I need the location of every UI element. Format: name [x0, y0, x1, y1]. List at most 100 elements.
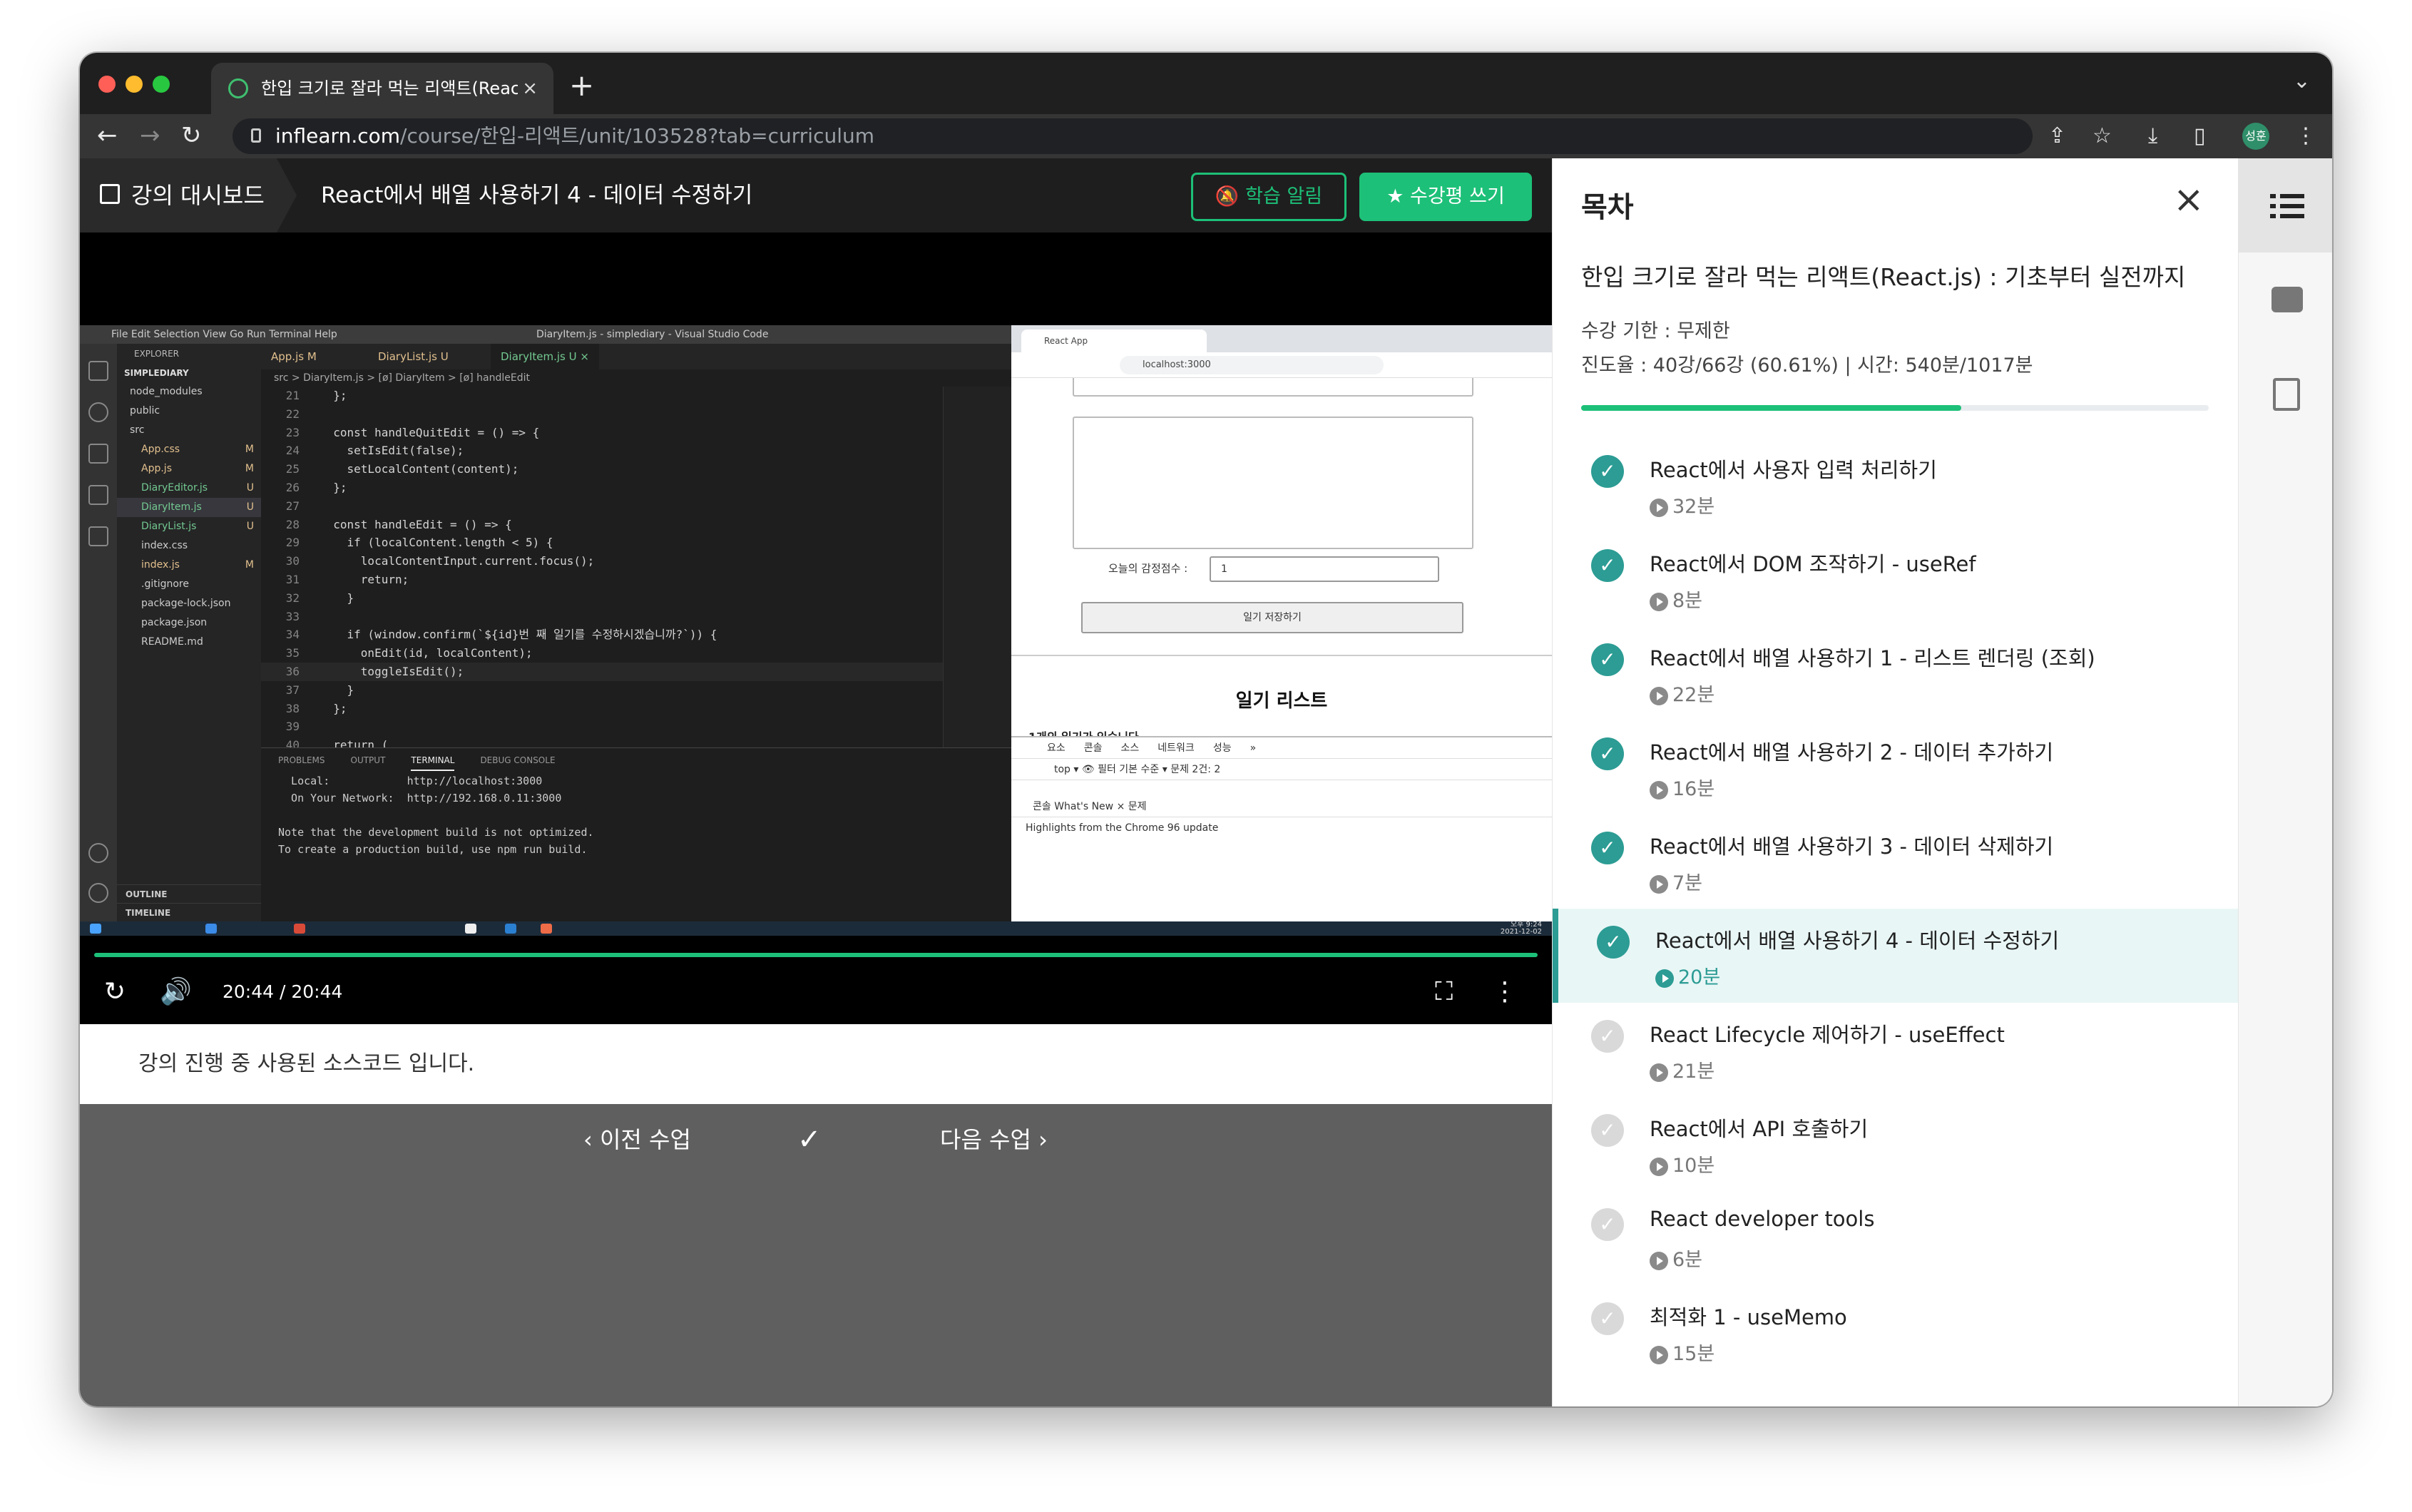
edge-icon	[205, 924, 217, 934]
reload-icon[interactable]: ↻	[181, 118, 202, 153]
write-review-button[interactable]: ★ 수강평 쓰기	[1359, 173, 1532, 221]
file-item: .gitignore	[117, 575, 261, 594]
windows-start-icon	[90, 924, 101, 934]
line-text: };	[320, 480, 347, 494]
complete-check-button[interactable]: ✓	[797, 1104, 822, 1175]
file-name: DiaryList.js	[141, 521, 197, 532]
lesson-item[interactable]: ✓ React에서 사용자 입력 처리하기 32분	[1553, 438, 2238, 532]
lesson-item[interactable]: ✓ React에서 DOM 조작하기 - useRef 8분	[1553, 532, 2238, 626]
download-icon[interactable]: ⤓	[2148, 120, 2157, 153]
course-progress-fill	[1581, 405, 1962, 411]
toc-heading: 목차	[1581, 191, 1634, 224]
git-badge: M	[245, 559, 254, 571]
profile-avatar[interactable]: 성훈	[2242, 123, 2269, 150]
code-editor: 21 }; 22 23 const handleQuitEdit = () => {…	[261, 387, 1011, 747]
terminal-panel: PROBLEMS OUTPUT TERMINAL DEBUG CONSOLE Loca…	[261, 747, 1011, 921]
diary-app: 오늘의 감정점수 : 1 일기 저장하기 일기 리스트 1개의 일기가 있습니다…	[1011, 378, 1552, 737]
git-badge: U	[246, 521, 254, 532]
course-progress-text: 진도율 : 40강/66강 (60.61%) | 시간: 540분/1017분	[1581, 354, 2033, 377]
line-number: 38	[285, 701, 300, 715]
line-text: return;	[320, 572, 409, 586]
video-frame: File Edit Selection View Go Run Terminal…	[80, 325, 1552, 936]
prev-lesson-button[interactable]: ‹ 이전 수업	[583, 1104, 691, 1175]
lesson-item[interactable]: ✓ React에서 배열 사용하기 2 - 데이터 추가하기 16분	[1553, 720, 2238, 814]
file-name: README.md	[141, 636, 203, 648]
browser-toolbar: ← → ↻ inflearn.com/course/한입-리액트/unit/10…	[80, 114, 2332, 158]
lesson-item[interactable]: ✓ React developer tools 6분	[1553, 1191, 2238, 1285]
duration-text: 21분	[1672, 1061, 1715, 1083]
line-text: };	[320, 389, 347, 402]
files-icon	[88, 361, 108, 381]
line-number: 35	[285, 646, 300, 660]
line-text: localContentInput.current.focus();	[320, 554, 595, 568]
curriculum-tab-button[interactable]	[2239, 158, 2332, 252]
line-text: };	[320, 701, 347, 715]
tab-title: 한입 크기로 잘라 먹는 리액트(React	[261, 78, 518, 98]
lesson-item[interactable]: ✓ React에서 API 호출하기 10분	[1553, 1097, 2238, 1191]
file-name: node_modules	[130, 386, 203, 397]
video-player[interactable]: File Edit Selection View Go Run Terminal…	[80, 233, 1552, 1024]
dashboard-link[interactable]: 강의 대시보드	[80, 158, 277, 233]
maximize-window-button[interactable]	[153, 76, 170, 93]
lesson-title: React에서 배열 사용하기 1 - 리스트 렌더링 (조회)	[1650, 646, 2095, 670]
file-name: App.css	[141, 444, 180, 455]
outline-section: OUTLINE	[117, 884, 261, 903]
close-icon[interactable]: ×	[2173, 180, 2204, 220]
notes-tab-button[interactable]	[2239, 347, 2332, 441]
address-bar[interactable]: inflearn.com/course/한입-리액트/unit/103528?t…	[232, 118, 2033, 154]
new-tab-button[interactable]: +	[569, 67, 594, 104]
preview-browser: React App localhost:3000 오늘의 감정점수 : 1 일기…	[1011, 325, 1552, 921]
lesson-item[interactable]: ✓ React에서 배열 사용하기 1 - 리스트 렌더링 (조회) 22분	[1553, 626, 2238, 720]
back-icon[interactable]: ←	[97, 118, 118, 153]
duration-text: 22분	[1672, 684, 1715, 706]
git-badge: M	[245, 444, 254, 455]
line-number: 31	[285, 572, 300, 586]
lesson-item[interactable]: ✓ 최적화 1 - useMemo 15분	[1553, 1285, 2238, 1379]
file-item: public	[117, 402, 261, 421]
code-line: 40 return (	[261, 736, 1011, 747]
file-name: DiaryItem.js	[141, 501, 202, 513]
lesson-item[interactable]: ✓ React에서 배열 사용하기 4 - 데이터 수정하기 20분	[1553, 909, 2238, 1003]
code-line: 22	[261, 405, 1011, 424]
code-line: 27	[261, 497, 1011, 516]
video-more-icon[interactable]: ⋮	[1492, 974, 1518, 1010]
side-panel-icon[interactable]: ▯	[2194, 120, 2206, 153]
diary-list-title: 일기 리스트	[1235, 690, 1328, 712]
lesson-item[interactable]: ✓ React에서 배열 사용하기 3 - 데이터 삭제하기 7분	[1553, 814, 2238, 909]
tab-search-icon[interactable]: ⌄	[2293, 68, 2311, 93]
office-icon	[294, 924, 305, 934]
code-line: 29 if (localContent.length < 5) {	[261, 533, 1011, 552]
vscode-titlebar: File Edit Selection View Go Run Terminal…	[80, 325, 1011, 344]
video-progress-bar[interactable]	[94, 953, 1538, 957]
line-number: 32	[285, 591, 300, 605]
study-notify-button[interactable]: 🔕 학습 알림	[1191, 173, 1346, 221]
lesson-item[interactable]: ✓ React Lifecycle 제어하기 - useEffect 21분	[1553, 1003, 2238, 1097]
duration-text: 32분	[1672, 496, 1715, 518]
close-window-button[interactable]	[98, 76, 116, 93]
file-name: package-lock.json	[141, 598, 231, 609]
code-line: 31 return;	[261, 571, 1011, 589]
course-period: 수강 기한 : 무제한	[1581, 320, 1730, 342]
code-line: 25 setLocalContent(content);	[261, 460, 1011, 479]
code-line: 33	[261, 608, 1011, 626]
code-line: 35 onEdit(id, localContent);	[261, 644, 1011, 663]
replay-icon[interactable]: ↻	[104, 974, 126, 1010]
browser-tab[interactable]: 한입 크기로 잘라 먹는 리액트(React ×	[211, 63, 553, 114]
line-number: 39	[285, 720, 300, 734]
minimize-window-button[interactable]	[126, 76, 143, 93]
next-lesson-button[interactable]: 다음 수업 ›	[940, 1104, 1048, 1175]
fullscreen-icon[interactable]: ⛶	[1435, 974, 1453, 1010]
file-item: DiaryEditor.js U	[117, 479, 261, 498]
file-name: .gitignore	[141, 578, 189, 590]
share-icon[interactable]: ⇪	[2048, 120, 2066, 153]
bookmark-star-icon[interactable]: ☆	[2092, 120, 2112, 153]
menu-kebab-icon[interactable]: ⋮	[2295, 120, 2316, 153]
forward-icon[interactable]: →	[140, 118, 160, 153]
vscode-activity-bar	[80, 344, 117, 921]
volume-icon[interactable]: 🔊	[160, 974, 192, 1010]
preview-tab: React App	[1021, 330, 1207, 352]
tab-close-icon[interactable]: ×	[522, 63, 538, 114]
qna-tab-button[interactable]	[2239, 252, 2332, 347]
duration-text: 16분	[1672, 778, 1715, 800]
